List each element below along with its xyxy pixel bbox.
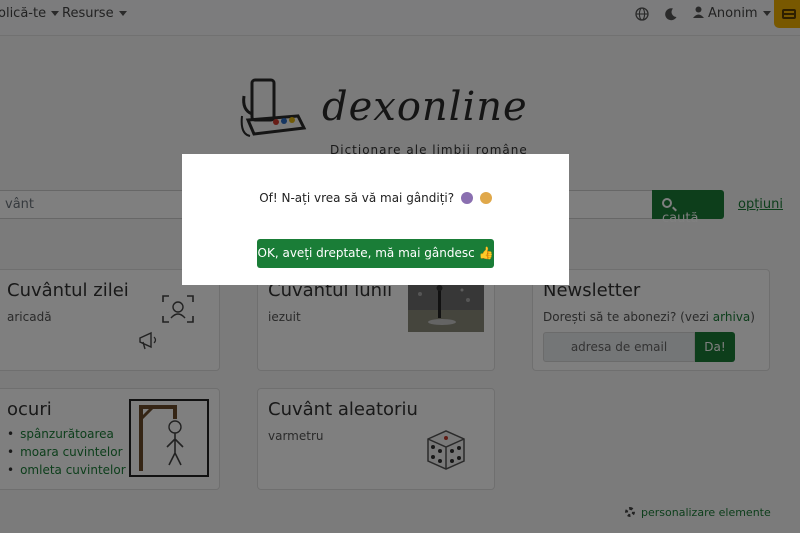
modal-message-row: Of! N-ați vrea să vă mai gândiți? xyxy=(182,191,569,205)
modal-confirm-button[interactable]: OK, aveți dreptate, mă mai gândesc 👍 xyxy=(257,239,494,268)
modal-message: Of! N-ați vrea să vă mai gândiți? xyxy=(259,191,455,205)
person-gesturing-no-icon xyxy=(460,192,473,204)
person-bowing-icon xyxy=(479,192,492,204)
dexonline-page: olică-te Resurse Anonim dexonline Dicțio… xyxy=(0,0,800,533)
confirmation-modal: Of! N-ați vrea să vă mai gândiți? OK, av… xyxy=(182,154,569,285)
